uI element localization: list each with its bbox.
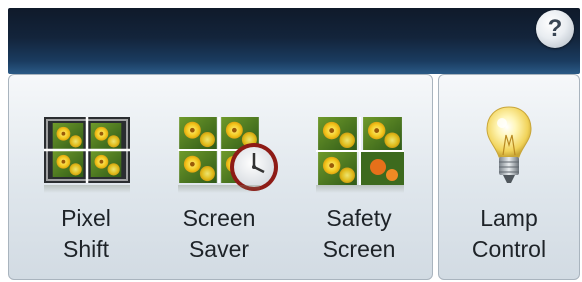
pixel-shift-button[interactable]: Pixel Shift <box>21 75 151 279</box>
icon-reflection <box>178 185 260 193</box>
app-window: ? Pixel Shift Screen Saver Safety Screen… <box>0 0 582 282</box>
pixel-shift-label: Pixel Shift <box>61 205 111 262</box>
screen-saver-icon <box>178 117 278 191</box>
pixel-shift-icon <box>44 117 130 183</box>
lightbulb-icon <box>486 106 532 183</box>
icon-reflection <box>44 185 130 193</box>
lamp-panel: Lamp Control <box>438 74 580 280</box>
screen-saver-button[interactable]: Screen Saver <box>154 75 284 279</box>
lamp-control-button[interactable]: Lamp Control <box>439 75 579 279</box>
title-bar: ? <box>8 8 580 74</box>
screen-protection-panel: Pixel Shift Screen Saver Safety Screen <box>8 74 433 280</box>
help-button[interactable]: ? <box>536 10 574 48</box>
safety-screen-icon <box>316 117 404 185</box>
screen-saver-label: Screen Saver <box>182 205 256 262</box>
icon-reflection <box>316 185 404 193</box>
safety-screen-label: Safety Screen <box>322 205 396 262</box>
lamp-control-label: Lamp Control <box>471 205 547 262</box>
clock-icon <box>230 143 278 191</box>
safety-screen-button[interactable]: Safety Screen <box>294 75 424 279</box>
